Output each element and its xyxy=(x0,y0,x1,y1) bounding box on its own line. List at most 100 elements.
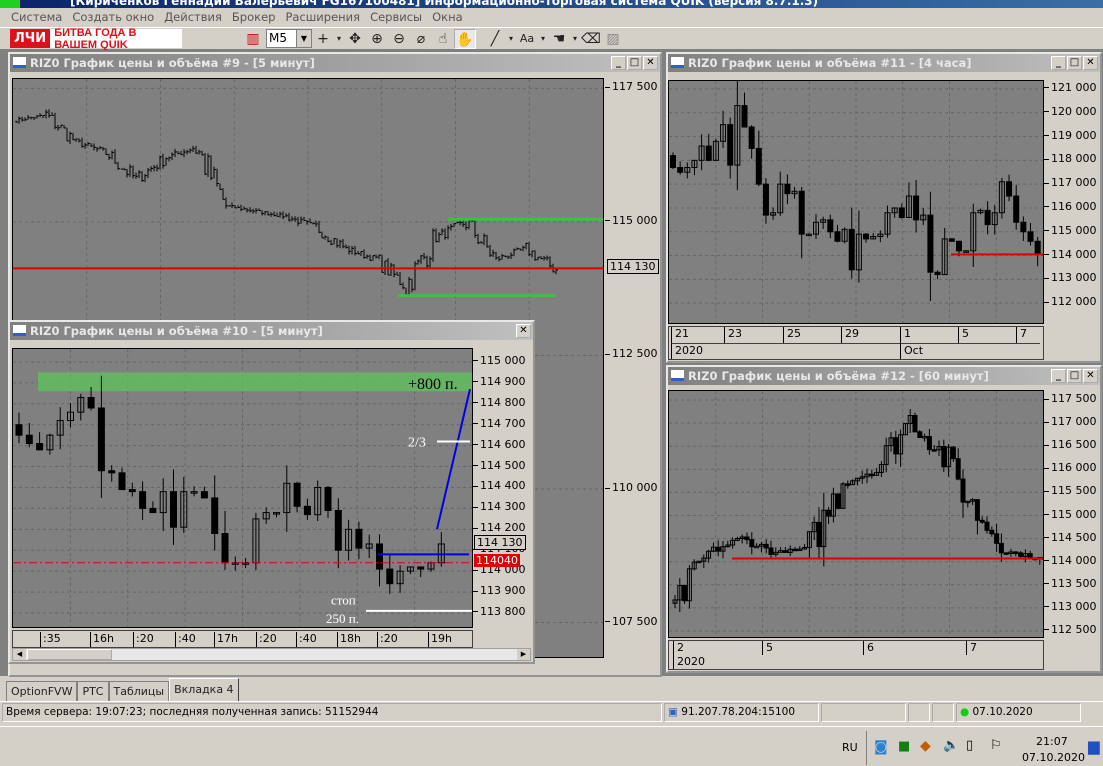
two-thirds-label: 2/3 xyxy=(408,435,426,450)
address-text: 91.207.78.204:15100 xyxy=(681,706,796,718)
status-cell xyxy=(908,703,930,722)
menu-windows[interactable]: Окна xyxy=(427,8,468,26)
zoom-out-icon[interactable]: ⊖ xyxy=(388,29,410,49)
date-tick-label: Oct xyxy=(900,343,1040,359)
menu-extensions[interactable]: Расширения xyxy=(280,8,365,26)
finger-icon[interactable]: ☝ xyxy=(432,29,454,49)
time-tick-label: 16h xyxy=(90,632,114,647)
price-tick-label: 112 000 xyxy=(1044,295,1097,308)
move-icon[interactable]: ✥ xyxy=(344,29,366,49)
ruler-icon[interactable]: ⌀ xyxy=(410,29,432,49)
chart-icon[interactable]: ▥ xyxy=(242,29,264,49)
volume-icon[interactable]: 🔈 xyxy=(943,738,959,753)
erase-all-icon[interactable]: ▨ xyxy=(602,29,624,49)
close-button[interactable]: ✕ xyxy=(1083,56,1098,70)
chart-svg: +800 п. 2/3 стоп 250 п. xyxy=(13,349,472,627)
menu-create-window[interactable]: Создать окно xyxy=(67,8,159,26)
text-icon[interactable]: Aa xyxy=(516,29,538,49)
target-zone xyxy=(38,372,472,392)
menu-system[interactable]: Система xyxy=(6,8,67,26)
maximize-button[interactable]: □ xyxy=(1067,369,1082,383)
price-axis: 117 500 115 000 112 500 110 000 107 500 114 1… xyxy=(605,78,660,658)
price-tick-label: 113 500 xyxy=(1044,577,1097,590)
price-tick-label: 117 500 xyxy=(605,80,658,93)
candle-down xyxy=(1018,552,1024,557)
window-title-bar[interactable]: RIZ0 График цены и объёма #11 - [4 часа]… xyxy=(668,54,1100,72)
menu-bar: Система Создать окно Действия Брокер Рас… xyxy=(0,8,1103,26)
candle-down xyxy=(994,533,1000,544)
candle-down xyxy=(917,431,923,439)
minimize-button[interactable]: _ xyxy=(611,56,626,70)
price-chart[interactable] xyxy=(668,75,1044,324)
candle-down xyxy=(15,424,23,436)
crosshair-icon[interactable]: + xyxy=(312,29,334,49)
erase-icon[interactable]: ⌫ xyxy=(580,29,602,49)
time-tick-label: :35 xyxy=(40,632,61,647)
scrollbar-thumb[interactable] xyxy=(27,649,112,660)
connection-address: ▣ 91.207.78.204:15100 xyxy=(664,703,819,722)
zoom-in-icon[interactable]: ⊕ xyxy=(366,29,388,49)
window-title-bar[interactable]: RIZ0 График цены и объёма #10 - [5 минут… xyxy=(10,322,533,340)
price-chart[interactable] xyxy=(668,390,1048,638)
language-indicator[interactable]: RU xyxy=(842,741,858,754)
maximize-button[interactable]: □ xyxy=(627,56,642,70)
current-price-label: 114 130 xyxy=(474,534,526,550)
price-chart[interactable]: +800 п. 2/3 стоп 250 п. xyxy=(12,348,473,628)
horizontal-scrollbar[interactable]: ◀ ▶ xyxy=(12,648,531,661)
menu-services[interactable]: Сервисы xyxy=(365,8,427,26)
promo-banner[interactable]: ЛЧИ БИТВА ГОДА В ВАШЕМ QUIK xyxy=(10,27,182,51)
candle-down xyxy=(798,190,805,235)
interval-select[interactable]: M5 ▼ xyxy=(266,29,312,48)
line-icon[interactable]: ╱ xyxy=(484,29,506,49)
window-title-bar[interactable]: RIZ0 График цены и объёма #12 - [60 мину… xyxy=(668,367,1100,385)
candle-down xyxy=(128,489,136,493)
candle-down xyxy=(834,231,841,242)
show-desktop-icon[interactable]: ▆ xyxy=(1088,737,1100,755)
candle-up xyxy=(754,545,760,549)
hand-icon[interactable]: ✋ xyxy=(454,28,476,49)
tab-rts[interactable]: РТС xyxy=(77,681,109,701)
price-tick-label: 107 500 xyxy=(605,615,658,628)
close-button[interactable]: ✕ xyxy=(516,324,531,338)
price-tick-label: 116 000 xyxy=(1044,461,1097,474)
candle-down xyxy=(355,528,363,549)
maximize-button[interactable]: □ xyxy=(1067,56,1082,70)
price-tick-label: 114 000 xyxy=(1044,554,1097,567)
banner-logo: ЛЧИ xyxy=(10,29,51,48)
price-tick-label: 121 000 xyxy=(1044,81,1097,94)
scroll-right-icon[interactable]: ▶ xyxy=(517,649,530,660)
candle-down xyxy=(324,486,332,511)
clock-date[interactable]: 07.10.2020 xyxy=(1022,751,1085,764)
tab-tables[interactable]: Таблицы xyxy=(108,681,170,701)
candle-down xyxy=(845,483,851,486)
tray-app-icon[interactable]: ◙ xyxy=(874,739,888,755)
dropdown-arrow-icon[interactable]: ▾ xyxy=(570,29,580,49)
window-title-bar[interactable]: RIZ0 График цены и объёма #9 - [5 минут]… xyxy=(10,54,660,72)
tray-green-icon[interactable]: ■ xyxy=(898,739,910,754)
close-button[interactable]: ✕ xyxy=(643,56,658,70)
tray-cube-icon[interactable]: ◆ xyxy=(920,738,931,754)
menu-actions[interactable]: Действия xyxy=(159,8,227,26)
pointer-icon[interactable]: ☚ xyxy=(548,29,570,49)
window-title: RIZ0 График цены и объёма #11 - [4 часа] xyxy=(688,56,972,70)
dropdown-arrow-icon[interactable]: ▾ xyxy=(506,29,516,49)
clock-time[interactable]: 21:07 xyxy=(1036,735,1068,748)
minimize-button[interactable]: _ xyxy=(1051,369,1066,383)
time-axis: :35 16h:20:40 17h:20:40 18h:20 19h xyxy=(12,630,473,648)
tab-optionfvw[interactable]: OptionFVW xyxy=(6,681,78,701)
taskbar: RU ◙ ■ ◆ 🔈 ▯ ⚐ 21:07 07.10.2020 ▆ xyxy=(0,726,1103,766)
network-tray-icon[interactable]: ▯ xyxy=(966,738,973,753)
time-tick-label: 19h xyxy=(428,632,452,647)
price-tick-label: 114 400 xyxy=(473,479,526,492)
flag-icon[interactable]: ⚐ xyxy=(990,738,1002,753)
tab-vkladka-4[interactable]: Вкладка 4 xyxy=(169,678,239,701)
chart-window-12: RIZ0 График цены и объёма #12 - [60 мину… xyxy=(666,365,1102,673)
dropdown-arrow-icon[interactable]: ▾ xyxy=(334,29,344,49)
dropdown-arrow-icon[interactable]: ▾ xyxy=(538,29,548,49)
close-button[interactable]: ✕ xyxy=(1083,369,1098,383)
candle-down xyxy=(677,166,684,173)
minimize-button[interactable]: _ xyxy=(1051,56,1066,70)
time-tick-label: 25 xyxy=(783,327,801,343)
scroll-left-icon[interactable]: ◀ xyxy=(13,649,26,660)
menu-broker[interactable]: Брокер xyxy=(227,8,281,26)
